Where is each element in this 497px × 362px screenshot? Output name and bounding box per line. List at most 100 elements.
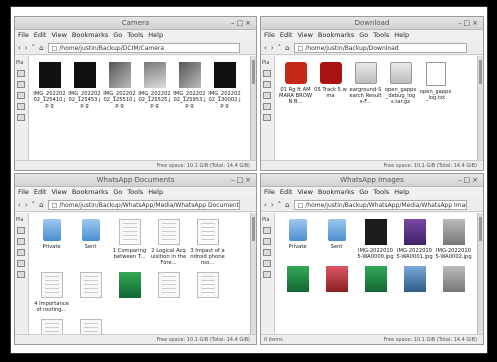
forward-arrow-icon[interactable]: › bbox=[25, 201, 28, 209]
menu-edit[interactable]: Edit bbox=[280, 31, 293, 39]
file-item[interactable]: 2 Logical Acquisition in the Fore... bbox=[150, 219, 187, 266]
scrollbar-thumb[interactable] bbox=[479, 217, 482, 241]
folder-item[interactable]: Sent bbox=[72, 219, 109, 266]
up-arrow-icon[interactable]: ˄ bbox=[32, 44, 36, 52]
place-icon[interactable] bbox=[263, 114, 271, 121]
scrollbar-thumb[interactable] bbox=[252, 217, 255, 241]
menu-edit[interactable]: Edit bbox=[34, 188, 47, 196]
file-manager-window-whatsapp-images[interactable]: WhatsApp Images –□× File Edit View Bookmarks G… bbox=[260, 173, 484, 345]
file-item[interactable] bbox=[111, 272, 148, 313]
file-manager-window-whatsapp-documents[interactable]: WhatsApp Documents –□× File Edit View Bookmar… bbox=[14, 173, 257, 345]
menu-edit[interactable]: Edit bbox=[280, 188, 293, 196]
file-item[interactable] bbox=[72, 272, 109, 313]
file-item[interactable]: 4 Importance of rooting... bbox=[33, 272, 70, 313]
back-arrow-icon[interactable]: ‹ bbox=[264, 201, 267, 209]
file-item[interactable]: IMG_202202 02_125510.jp g bbox=[103, 62, 136, 109]
file-item[interactable]: IMG_202202 02_125410.jp g bbox=[33, 62, 66, 109]
file-item[interactable]: 05 Track 5.wma bbox=[314, 62, 347, 105]
place-icon[interactable] bbox=[17, 249, 25, 256]
menu-bookmarks[interactable]: Bookmarks bbox=[72, 188, 108, 196]
place-icon[interactable] bbox=[17, 238, 25, 245]
up-arrow-icon[interactable]: ˄ bbox=[278, 44, 282, 52]
menu-help[interactable]: Help bbox=[394, 188, 409, 196]
file-item[interactable]: IMG_202202 02_130002.jp g bbox=[208, 62, 241, 109]
place-icon[interactable] bbox=[263, 70, 271, 77]
menu-view[interactable]: View bbox=[51, 31, 66, 39]
menu-view[interactable]: View bbox=[297, 31, 312, 39]
file-item[interactable]: open_gapps _debug_log s.tar.gz bbox=[384, 62, 417, 105]
up-arrow-icon[interactable]: ˄ bbox=[278, 201, 282, 209]
window-title-bar[interactable]: WhatsApp Documents –□× bbox=[15, 174, 256, 187]
file-manager-window-download[interactable]: Download –□× File Edit View Bookmarks Go Tools H… bbox=[260, 16, 484, 171]
maximize-icon[interactable]: □ bbox=[237, 176, 246, 184]
file-list[interactable]: IMG_202202 02_125410.jp g IMG_202202 02_1… bbox=[29, 56, 250, 160]
file-item[interactable] bbox=[189, 272, 226, 313]
maximize-icon[interactable]: □ bbox=[464, 176, 473, 184]
file-list[interactable]: Private Sent 1 Comparing between T... 2 Log… bbox=[29, 213, 250, 334]
place-icon[interactable] bbox=[263, 81, 271, 88]
menu-help[interactable]: Help bbox=[148, 31, 163, 39]
menu-bookmarks[interactable]: Bookmarks bbox=[318, 188, 354, 196]
file-list[interactable]: Private Sent IMG-2022010 5-WA0000.jpg IMG-2… bbox=[275, 213, 477, 334]
place-icon[interactable] bbox=[17, 70, 25, 77]
back-arrow-icon[interactable]: ‹ bbox=[264, 44, 267, 52]
window-controls[interactable]: –□× bbox=[231, 174, 253, 187]
window-controls[interactable]: –□× bbox=[458, 174, 480, 187]
side-pane[interactable]: Pla bbox=[15, 213, 29, 334]
menu-file[interactable]: File bbox=[264, 31, 275, 39]
file-item[interactable] bbox=[357, 266, 394, 295]
close-icon[interactable]: × bbox=[245, 176, 253, 184]
menu-help[interactable]: Help bbox=[394, 31, 409, 39]
place-icon[interactable] bbox=[17, 227, 25, 234]
file-item[interactable]: IMG-2022010 5-WA0002.jpg bbox=[435, 219, 472, 260]
menu-file[interactable]: File bbox=[18, 31, 29, 39]
folder-item[interactable]: Private bbox=[33, 219, 70, 266]
place-icon[interactable] bbox=[17, 260, 25, 267]
folder-item[interactable]: Private bbox=[279, 219, 316, 260]
place-icon[interactable] bbox=[17, 271, 25, 278]
back-arrow-icon[interactable]: ‹ bbox=[18, 44, 21, 52]
file-item[interactable] bbox=[72, 319, 109, 334]
up-arrow-icon[interactable]: ˄ bbox=[32, 201, 36, 209]
forward-arrow-icon[interactable]: › bbox=[271, 201, 274, 209]
menu-go[interactable]: Go bbox=[113, 188, 122, 196]
close-icon[interactable]: × bbox=[472, 19, 480, 27]
vertical-scrollbar[interactable] bbox=[477, 213, 483, 334]
file-item[interactable]: IMG-2022010 5-WA0001.jpg bbox=[396, 219, 433, 260]
place-icon[interactable] bbox=[17, 114, 25, 121]
file-item[interactable]: IMG_202202 02_125525.jp g bbox=[138, 62, 171, 109]
menu-view[interactable]: View bbox=[51, 188, 66, 196]
menu-tools[interactable]: Tools bbox=[127, 31, 143, 39]
place-icon[interactable] bbox=[263, 238, 271, 245]
menu-go[interactable]: Go bbox=[359, 31, 368, 39]
menu-tools[interactable]: Tools bbox=[373, 31, 389, 39]
menu-go[interactable]: Go bbox=[113, 31, 122, 39]
place-icon[interactable] bbox=[17, 92, 25, 99]
menu-bookmarks[interactable]: Bookmarks bbox=[72, 31, 108, 39]
side-pane[interactable]: Pla bbox=[261, 213, 275, 334]
home-icon[interactable]: ⌂ bbox=[39, 44, 43, 52]
place-icon[interactable] bbox=[263, 92, 271, 99]
menu-go[interactable]: Go bbox=[359, 188, 368, 196]
window-title-bar[interactable]: WhatsApp Images –□× bbox=[261, 174, 483, 187]
place-icon[interactable] bbox=[263, 103, 271, 110]
place-icon[interactable] bbox=[17, 103, 25, 110]
file-item[interactable]: earground-Search Results-F... bbox=[349, 62, 382, 105]
file-item[interactable]: IMG_202202 02_125453.jp g bbox=[68, 62, 101, 109]
file-item[interactable]: IMG-2022010 5-WA0000.jpg bbox=[357, 219, 394, 260]
file-item[interactable] bbox=[318, 266, 355, 295]
file-item[interactable] bbox=[279, 266, 316, 295]
vertical-scrollbar[interactable] bbox=[477, 56, 483, 160]
vertical-scrollbar[interactable] bbox=[250, 56, 256, 160]
scrollbar-thumb[interactable] bbox=[252, 60, 255, 84]
home-icon[interactable]: ⌂ bbox=[285, 201, 289, 209]
menu-help[interactable]: Help bbox=[148, 188, 163, 196]
window-controls[interactable]: –□× bbox=[458, 17, 480, 30]
menu-tools[interactable]: Tools bbox=[373, 188, 389, 196]
menu-file[interactable]: File bbox=[264, 188, 275, 196]
file-item[interactable]: IMG_202202 02_125953.jp g bbox=[173, 62, 206, 109]
path-input[interactable]: □/home/justin/Backup/WhatsApp/Media/What… bbox=[47, 199, 240, 210]
file-item[interactable] bbox=[396, 266, 433, 295]
file-item[interactable] bbox=[33, 319, 70, 334]
menu-file[interactable]: File bbox=[18, 188, 29, 196]
